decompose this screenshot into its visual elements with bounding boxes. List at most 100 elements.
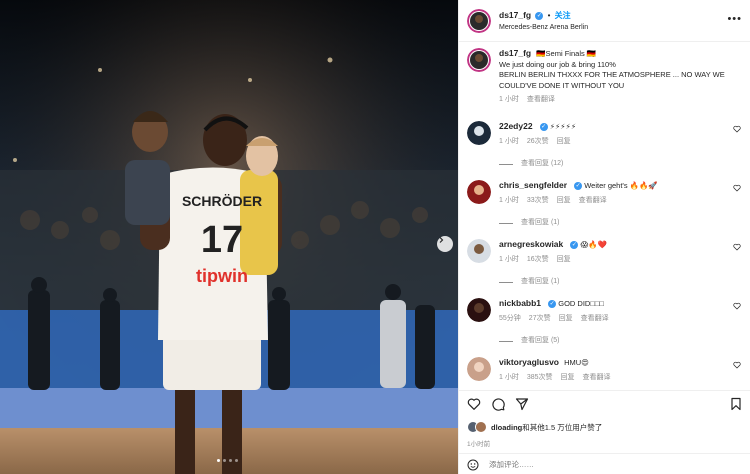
caption-text-line1: 🇩🇪Semi Finals 🇩🇪 (536, 49, 597, 58)
view-replies-button[interactable]: 查看回复 (1) (499, 277, 725, 288)
comment-time: 1 小时 (499, 137, 519, 145)
heart-icon[interactable] (733, 184, 741, 192)
comment-time: 55分钟 (499, 314, 521, 322)
avatar-image (467, 8, 491, 33)
comment-time: 1 小时 (499, 373, 519, 381)
comment-reply-button[interactable]: 回复 (561, 373, 575, 384)
comment-item: arnegreskowiak ✓ 😱🔥❤️ 1 小时 16次赞 回复 查看回复 … (467, 239, 749, 288)
separator-dot: • (547, 11, 551, 20)
jersey-sponsor: tipwin (196, 266, 248, 286)
comment-avatar[interactable] (467, 121, 491, 145)
caption-text-line3: BERLIN BERLIN THXXX FOR THE ATMOSPHERE .… (499, 70, 725, 90)
post-photo[interactable]: SCHRÖDER 17 tipwin (0, 0, 458, 474)
comment-item: nickbabb1 ✓ GOD DID□□□ 55分钟 27次赞 回复 查看翻译… (467, 298, 749, 347)
heart-icon[interactable] (733, 361, 741, 369)
comment-avatar[interactable] (467, 298, 491, 322)
jersey-name: SCHRÖDER (182, 193, 262, 209)
post-location[interactable]: Mercedes-Benz Arena Berlin (499, 24, 588, 31)
author-avatar[interactable] (467, 8, 491, 33)
view-replies-button[interactable]: 查看回复 (5) (499, 336, 725, 347)
comment-avatar[interactable] (467, 357, 491, 381)
post-timestamp: 1小时前 (467, 441, 491, 448)
comment-time: 1 小时 (499, 196, 519, 204)
share-icon (515, 398, 529, 411)
carousel-dots (217, 459, 238, 462)
caption-translate-link[interactable]: 查看翻译 (527, 95, 555, 106)
comment-text: 😱🔥❤️ (580, 240, 607, 249)
author-username[interactable]: ds17_fg (499, 10, 531, 20)
avatar-image (467, 357, 491, 381)
comment-username[interactable]: chris_sengfelder (499, 180, 567, 190)
comment-reply-button[interactable]: 回复 (557, 255, 571, 266)
heart-icon (467, 398, 481, 410)
follow-button[interactable]: 关注 (555, 11, 571, 20)
comment-text: ⚡⚡⚡⚡⚡ (549, 122, 577, 131)
view-replies-button[interactable]: 查看回复 (1) (499, 218, 725, 229)
post-caption: ds17_fg 🇩🇪Semi Finals 🇩🇪 We just doing o… (459, 42, 750, 112)
comment-translate-link[interactable]: 查看翻译 (581, 314, 609, 325)
comment-input[interactable] (489, 460, 689, 469)
comment-reply-button[interactable]: 回复 (557, 137, 571, 148)
carousel-dot-active (217, 459, 220, 462)
comment-username[interactable]: 22edy22 (499, 121, 533, 131)
caption-time: 1 小时 (499, 96, 519, 103)
comment-username[interactable]: arnegreskowiak (499, 239, 563, 249)
comment-likes[interactable]: 26次赞 (527, 137, 549, 148)
carousel-dot (223, 459, 226, 462)
comment-likes[interactable]: 27次赞 (529, 314, 551, 325)
like-button[interactable] (467, 397, 481, 411)
comment-translate-link[interactable]: 查看翻译 (583, 373, 611, 384)
chevron-right-icon (439, 237, 444, 243)
carousel-dot (235, 459, 238, 462)
caption-avatar[interactable] (467, 48, 491, 72)
avatar-image (467, 48, 491, 72)
comment-text: GOD DID□□□ (558, 299, 604, 308)
post-side-panel: ds17_fg ✓ • 关注 Mercedes-Benz Arena Berli… (458, 0, 750, 474)
jersey-number: 17 (201, 219, 243, 261)
view-replies-button[interactable]: 查看回复 (12) (499, 159, 725, 170)
comment-translate-link[interactable]: 查看翻译 (579, 196, 607, 207)
replies-line (499, 281, 513, 283)
caption-username[interactable]: ds17_fg (499, 48, 531, 58)
bookmark-icon (731, 397, 741, 411)
comment-text: Weiter geht's 🔥🔥🚀 (584, 181, 658, 190)
comment-username[interactable]: viktoryaglusvo (499, 357, 559, 367)
comment-avatar[interactable] (467, 239, 491, 263)
comment-button[interactable] (491, 397, 505, 411)
heart-icon[interactable] (733, 243, 741, 251)
save-button[interactable] (729, 397, 743, 411)
next-photo-button[interactable] (437, 236, 453, 252)
likes-count-text: 和其他1.5 万位用户赞了 (522, 422, 603, 432)
verified-badge-icon: ✓ (548, 300, 557, 309)
avatar-image (467, 298, 491, 322)
comment-reply-button[interactable]: 回复 (559, 314, 573, 325)
likes-summary[interactable]: dloading和其他1.5 万位用户赞了 (467, 421, 602, 433)
heart-icon[interactable] (733, 302, 741, 310)
comment-username[interactable]: nickbabb1 (499, 298, 541, 308)
view-replies-label: 查看回复 (1) (521, 278, 560, 285)
comment-likes[interactable]: 385次赞 (527, 373, 553, 384)
liker-avatar (475, 421, 487, 433)
emoji-icon[interactable] (467, 459, 479, 471)
avatar-image (467, 121, 491, 145)
photo-scene: SCHRÖDER 17 tipwin (0, 0, 458, 474)
comment-time: 1 小时 (499, 255, 519, 263)
share-button[interactable] (515, 397, 529, 411)
comment-text: HMU😍 (564, 358, 589, 367)
avatar-image (476, 422, 486, 432)
avatar-image (467, 239, 491, 263)
more-options-icon[interactable]: ••• (727, 13, 742, 25)
view-replies-label: 查看回复 (12) (521, 160, 564, 167)
heart-icon[interactable] (733, 125, 741, 133)
verified-badge-icon: ✓ (539, 123, 548, 132)
comment-icon (492, 398, 505, 411)
comment-item: viktoryaglusvo HMU😍 1 小时 385次赞 回复 查看翻译 (467, 357, 749, 383)
comment-avatar[interactable] (467, 180, 491, 204)
add-comment-bar (459, 453, 750, 474)
comment-likes[interactable]: 16次赞 (527, 255, 549, 266)
comment-item: chris_sengfelder ✓ Weiter geht's 🔥🔥🚀 1 小… (467, 180, 749, 229)
avatar-image (467, 180, 491, 204)
liker-username[interactable]: dloading (491, 423, 522, 432)
comment-reply-button[interactable]: 回复 (557, 196, 571, 207)
comment-likes[interactable]: 33次赞 (527, 196, 549, 207)
